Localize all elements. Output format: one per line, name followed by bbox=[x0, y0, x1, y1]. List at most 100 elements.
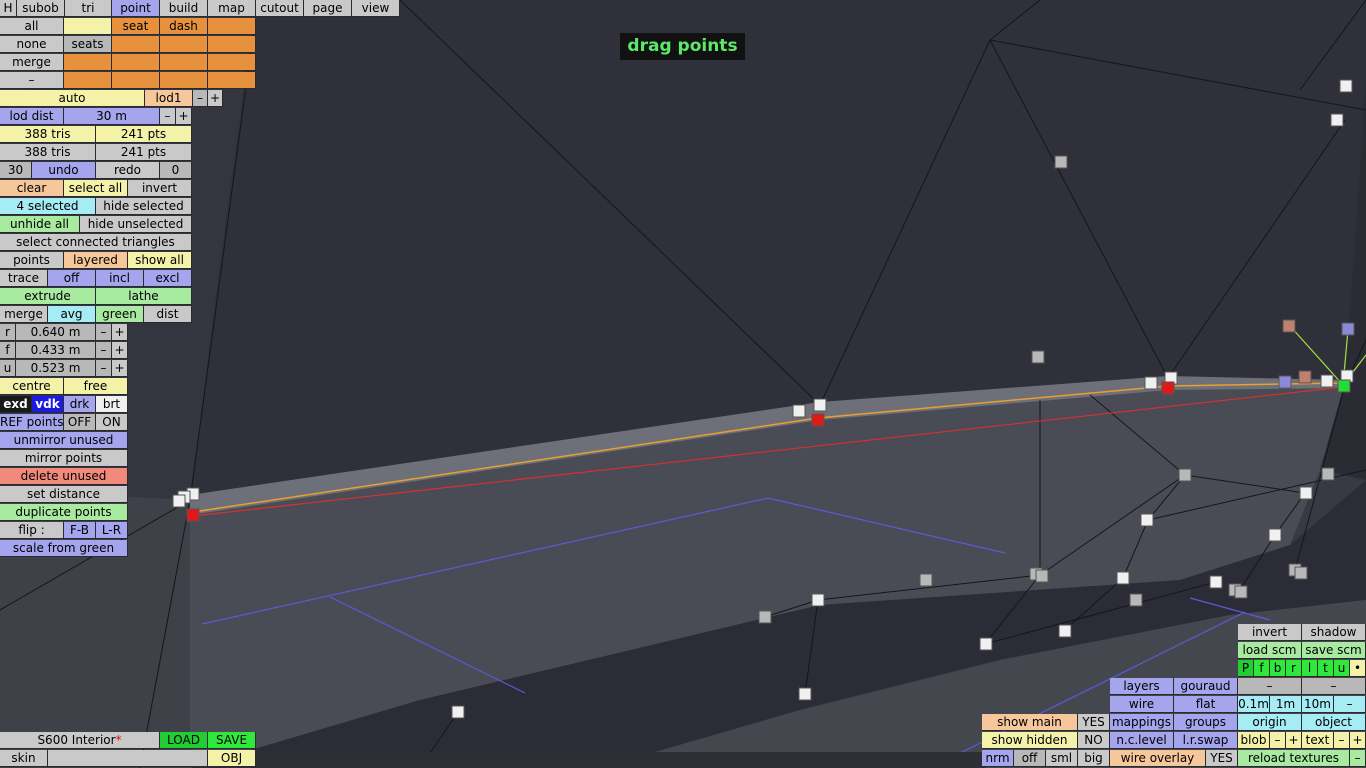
skin-button[interactable]: skin bbox=[0, 750, 48, 767]
tab-page[interactable]: page bbox=[304, 0, 352, 17]
grid-cell[interactable] bbox=[64, 54, 112, 71]
clear-button[interactable]: clear bbox=[0, 180, 64, 197]
invert-selection-button[interactable]: invert bbox=[128, 180, 192, 197]
size-big-button[interactable]: big bbox=[1078, 750, 1110, 767]
tab-build[interactable]: build bbox=[160, 0, 208, 17]
lod-minus-button[interactable]: – bbox=[193, 90, 208, 107]
grid-cell[interactable] bbox=[160, 54, 208, 71]
select-all-button[interactable]: all bbox=[0, 18, 64, 35]
flag-r[interactable]: r bbox=[1286, 660, 1302, 677]
show-hidden-toggle[interactable]: NO bbox=[1078, 732, 1110, 749]
grid-cell[interactable] bbox=[64, 18, 112, 35]
merge-avg-button[interactable]: avg bbox=[48, 306, 96, 323]
axis-f-value[interactable]: 0.433 m bbox=[16, 342, 96, 359]
wire-overlay-toggle[interactable]: YES bbox=[1206, 750, 1238, 767]
obj-button[interactable]: OBJ bbox=[208, 750, 256, 767]
mirror-points-button[interactable]: mirror points bbox=[0, 450, 128, 467]
grid-cell[interactable] bbox=[208, 54, 256, 71]
spacing-dash-1[interactable]: – bbox=[1238, 678, 1302, 695]
unmirror-unused-button[interactable]: unmirror unused bbox=[0, 432, 128, 449]
set-distance-button[interactable]: set distance bbox=[0, 486, 128, 503]
mappings-button[interactable]: mappings bbox=[1110, 714, 1174, 731]
tab-view[interactable]: view bbox=[352, 0, 400, 17]
lod-dist-value[interactable]: 30 m bbox=[64, 108, 160, 125]
grid-seat[interactable]: seat bbox=[112, 18, 160, 35]
grid-cell[interactable] bbox=[64, 72, 112, 89]
axis-r-value[interactable]: 0.640 m bbox=[16, 324, 96, 341]
select-all-points-button[interactable]: select all bbox=[64, 180, 128, 197]
grid-0-1m-button[interactable]: 0.1m bbox=[1238, 696, 1270, 713]
show-all-button[interactable]: show all bbox=[128, 252, 192, 269]
shade-drk-button[interactable]: drk bbox=[64, 396, 96, 413]
size-off-button[interactable]: off bbox=[1014, 750, 1046, 767]
lr-swap-button[interactable]: l.r.swap bbox=[1174, 732, 1238, 749]
ref-off-button[interactable]: OFF bbox=[64, 414, 96, 431]
tab-subob[interactable]: subob bbox=[17, 0, 65, 17]
grid-cell[interactable] bbox=[208, 72, 256, 89]
grid-cell[interactable] bbox=[208, 36, 256, 53]
grid-seats[interactable]: seats bbox=[64, 36, 112, 53]
lod-dist-plus[interactable]: + bbox=[176, 108, 192, 125]
text-plus-button[interactable]: + bbox=[1350, 732, 1366, 749]
trace-excl-button[interactable]: excl bbox=[144, 270, 192, 287]
grid-minus-button[interactable]: – bbox=[1334, 696, 1366, 713]
lod-plus-button[interactable]: + bbox=[208, 90, 223, 107]
wire-button[interactable]: wire bbox=[1110, 696, 1174, 713]
lod-dist-minus[interactable]: – bbox=[160, 108, 176, 125]
select-none-button[interactable]: none bbox=[0, 36, 64, 53]
redo-button[interactable]: redo bbox=[96, 162, 160, 179]
merge-groups-button[interactable]: merge bbox=[0, 54, 64, 71]
hide-selected-button[interactable]: hide selected bbox=[96, 198, 192, 215]
flag-b[interactable]: b bbox=[1270, 660, 1286, 677]
grid-cell[interactable] bbox=[112, 72, 160, 89]
flag-l[interactable]: l bbox=[1302, 660, 1318, 677]
blob-minus-button[interactable]: – bbox=[1270, 732, 1286, 749]
size-nrm-button[interactable]: nrm bbox=[982, 750, 1014, 767]
shadow-button[interactable]: shadow bbox=[1302, 624, 1366, 641]
grid-cell[interactable] bbox=[208, 18, 256, 35]
lod-auto-button[interactable]: auto bbox=[0, 90, 145, 107]
lod1-button[interactable]: lod1 bbox=[145, 90, 193, 107]
load-button[interactable]: LOAD bbox=[160, 732, 208, 749]
grid-cell[interactable] bbox=[160, 72, 208, 89]
merge-button[interactable]: merge bbox=[0, 306, 48, 323]
tab-map[interactable]: map bbox=[208, 0, 256, 17]
text-minus-button[interactable]: – bbox=[1334, 732, 1350, 749]
grid-cell[interactable] bbox=[112, 36, 160, 53]
trace-off-button[interactable]: off bbox=[48, 270, 96, 287]
shade-exd-button[interactable]: exd bbox=[0, 396, 32, 413]
file-name[interactable]: S600 Interior* bbox=[0, 732, 160, 749]
layers-button[interactable]: layers bbox=[1110, 678, 1174, 695]
object-button[interactable]: object bbox=[1302, 714, 1366, 731]
centre-button[interactable]: centre bbox=[0, 378, 64, 395]
scale-from-green-button[interactable]: scale from green bbox=[0, 540, 128, 557]
load-scm-button[interactable]: load scm bbox=[1238, 642, 1302, 659]
groups-button[interactable]: groups bbox=[1174, 714, 1238, 731]
shade-brt-button[interactable]: brt bbox=[96, 396, 128, 413]
tab-h[interactable]: H bbox=[0, 0, 17, 17]
lathe-button[interactable]: lathe bbox=[96, 288, 192, 305]
grid-dash-button[interactable]: – bbox=[0, 72, 64, 89]
hide-unselected-button[interactable]: hide unselected bbox=[80, 216, 192, 233]
flag-t[interactable]: t bbox=[1318, 660, 1334, 677]
save-scm-button[interactable]: save scm bbox=[1302, 642, 1366, 659]
flag-u[interactable]: u bbox=[1334, 660, 1350, 677]
spacing-dash-2[interactable]: – bbox=[1302, 678, 1366, 695]
origin-button[interactable]: origin bbox=[1238, 714, 1302, 731]
flip-lr-button[interactable]: L-R bbox=[96, 522, 128, 539]
flag-p[interactable]: P bbox=[1238, 660, 1254, 677]
merge-dist-button[interactable]: dist bbox=[144, 306, 192, 323]
unhide-all-button[interactable]: unhide all bbox=[0, 216, 80, 233]
invert-button[interactable]: invert bbox=[1238, 624, 1302, 641]
tab-cutout[interactable]: cutout bbox=[256, 0, 304, 17]
nc-level-button[interactable]: n.c.level bbox=[1110, 732, 1174, 749]
tab-point[interactable]: point bbox=[112, 0, 160, 17]
flag-dot[interactable]: • bbox=[1350, 660, 1366, 677]
grid-1m-button[interactable]: 1m bbox=[1270, 696, 1302, 713]
extrude-button[interactable]: extrude bbox=[0, 288, 96, 305]
reload-textures-button[interactable]: reload textures bbox=[1238, 750, 1350, 767]
axis-u-plus[interactable]: + bbox=[112, 360, 128, 377]
3d-viewport[interactable] bbox=[0, 0, 1366, 768]
save-button[interactable]: SAVE bbox=[208, 732, 256, 749]
ref-on-button[interactable]: ON bbox=[96, 414, 128, 431]
